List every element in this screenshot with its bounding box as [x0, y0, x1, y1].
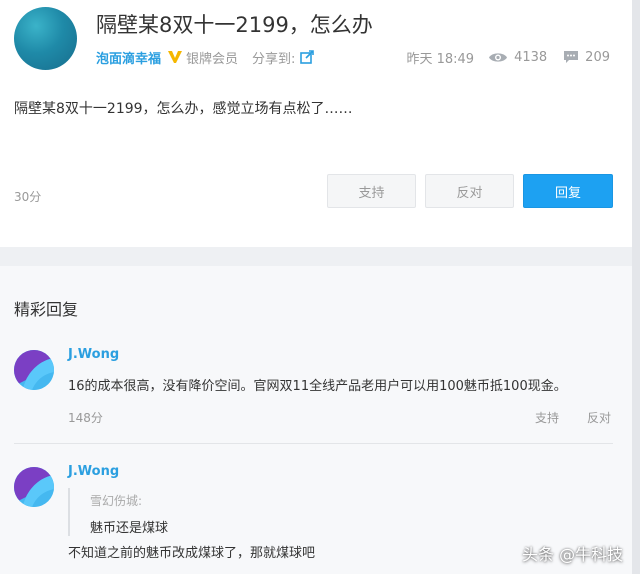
reply-score: 148分	[68, 411, 103, 425]
section-title: 精彩回复	[14, 300, 79, 319]
reply-avatar[interactable]	[14, 350, 54, 390]
oppose-button[interactable]: 反对	[425, 174, 514, 208]
quoted-username: 雪幻伤城:	[90, 494, 143, 508]
reply-button[interactable]: 回复	[523, 174, 613, 208]
post-title: 隔壁某8双十一2199，怎么办	[96, 13, 373, 37]
reply-divider	[14, 443, 613, 444]
author-name[interactable]: 泡面滴幸福	[96, 48, 161, 67]
post-stats: 昨天 18:49 4138 209	[406, 47, 610, 67]
post-time: 昨天 18:49	[406, 51, 475, 67]
reply-oppose-button[interactable]: 反对	[587, 409, 611, 426]
reply-support-button[interactable]: 支持	[535, 409, 559, 426]
reply-text: 不知道之前的魅币改成煤球了，那就煤球吧	[68, 546, 316, 561]
post-body: 隔壁某8双十一2199，怎么办，感觉立场有点松了……	[14, 101, 353, 117]
featured-replies: 精彩回复 J.Wong 16的成本很高，没有降价空间。官网双11全线产品老用户可…	[0, 266, 632, 574]
support-button[interactable]: 支持	[327, 174, 416, 208]
post-score: 30分	[14, 190, 42, 204]
vip-badge-icon	[168, 51, 183, 63]
reply-avatar[interactable]	[14, 467, 54, 507]
author-avatar[interactable]	[14, 7, 77, 70]
comment-count: 209	[585, 49, 610, 65]
reply-username[interactable]: J.Wong	[68, 464, 119, 479]
scrollbar-track[interactable]	[632, 0, 640, 574]
reply-text: 16的成本很高，没有降价空间。官网双11全线产品老用户可以用100魅币抵100现…	[68, 379, 567, 394]
share-label: 分享到:	[252, 51, 296, 67]
post-meta: 泡面滴幸福 银牌会员 分享到:	[96, 47, 315, 67]
chat-bubble-icon	[564, 51, 579, 63]
quoted-text: 魅币还是煤球	[90, 521, 169, 536]
member-level: 银牌会员	[186, 51, 239, 67]
share-icon[interactable]	[300, 50, 315, 64]
eye-icon	[489, 52, 508, 62]
post-card: 隔壁某8双十一2199，怎么办 泡面滴幸福 银牌会员 分享到: 昨天 18:49…	[0, 0, 632, 247]
view-count: 4138	[514, 49, 548, 65]
watermark: 头条 @牛科技	[522, 545, 624, 564]
quoted-reply: 雪幻伤城: 魅币还是煤球	[68, 488, 268, 536]
reply-username[interactable]: J.Wong	[68, 347, 119, 362]
